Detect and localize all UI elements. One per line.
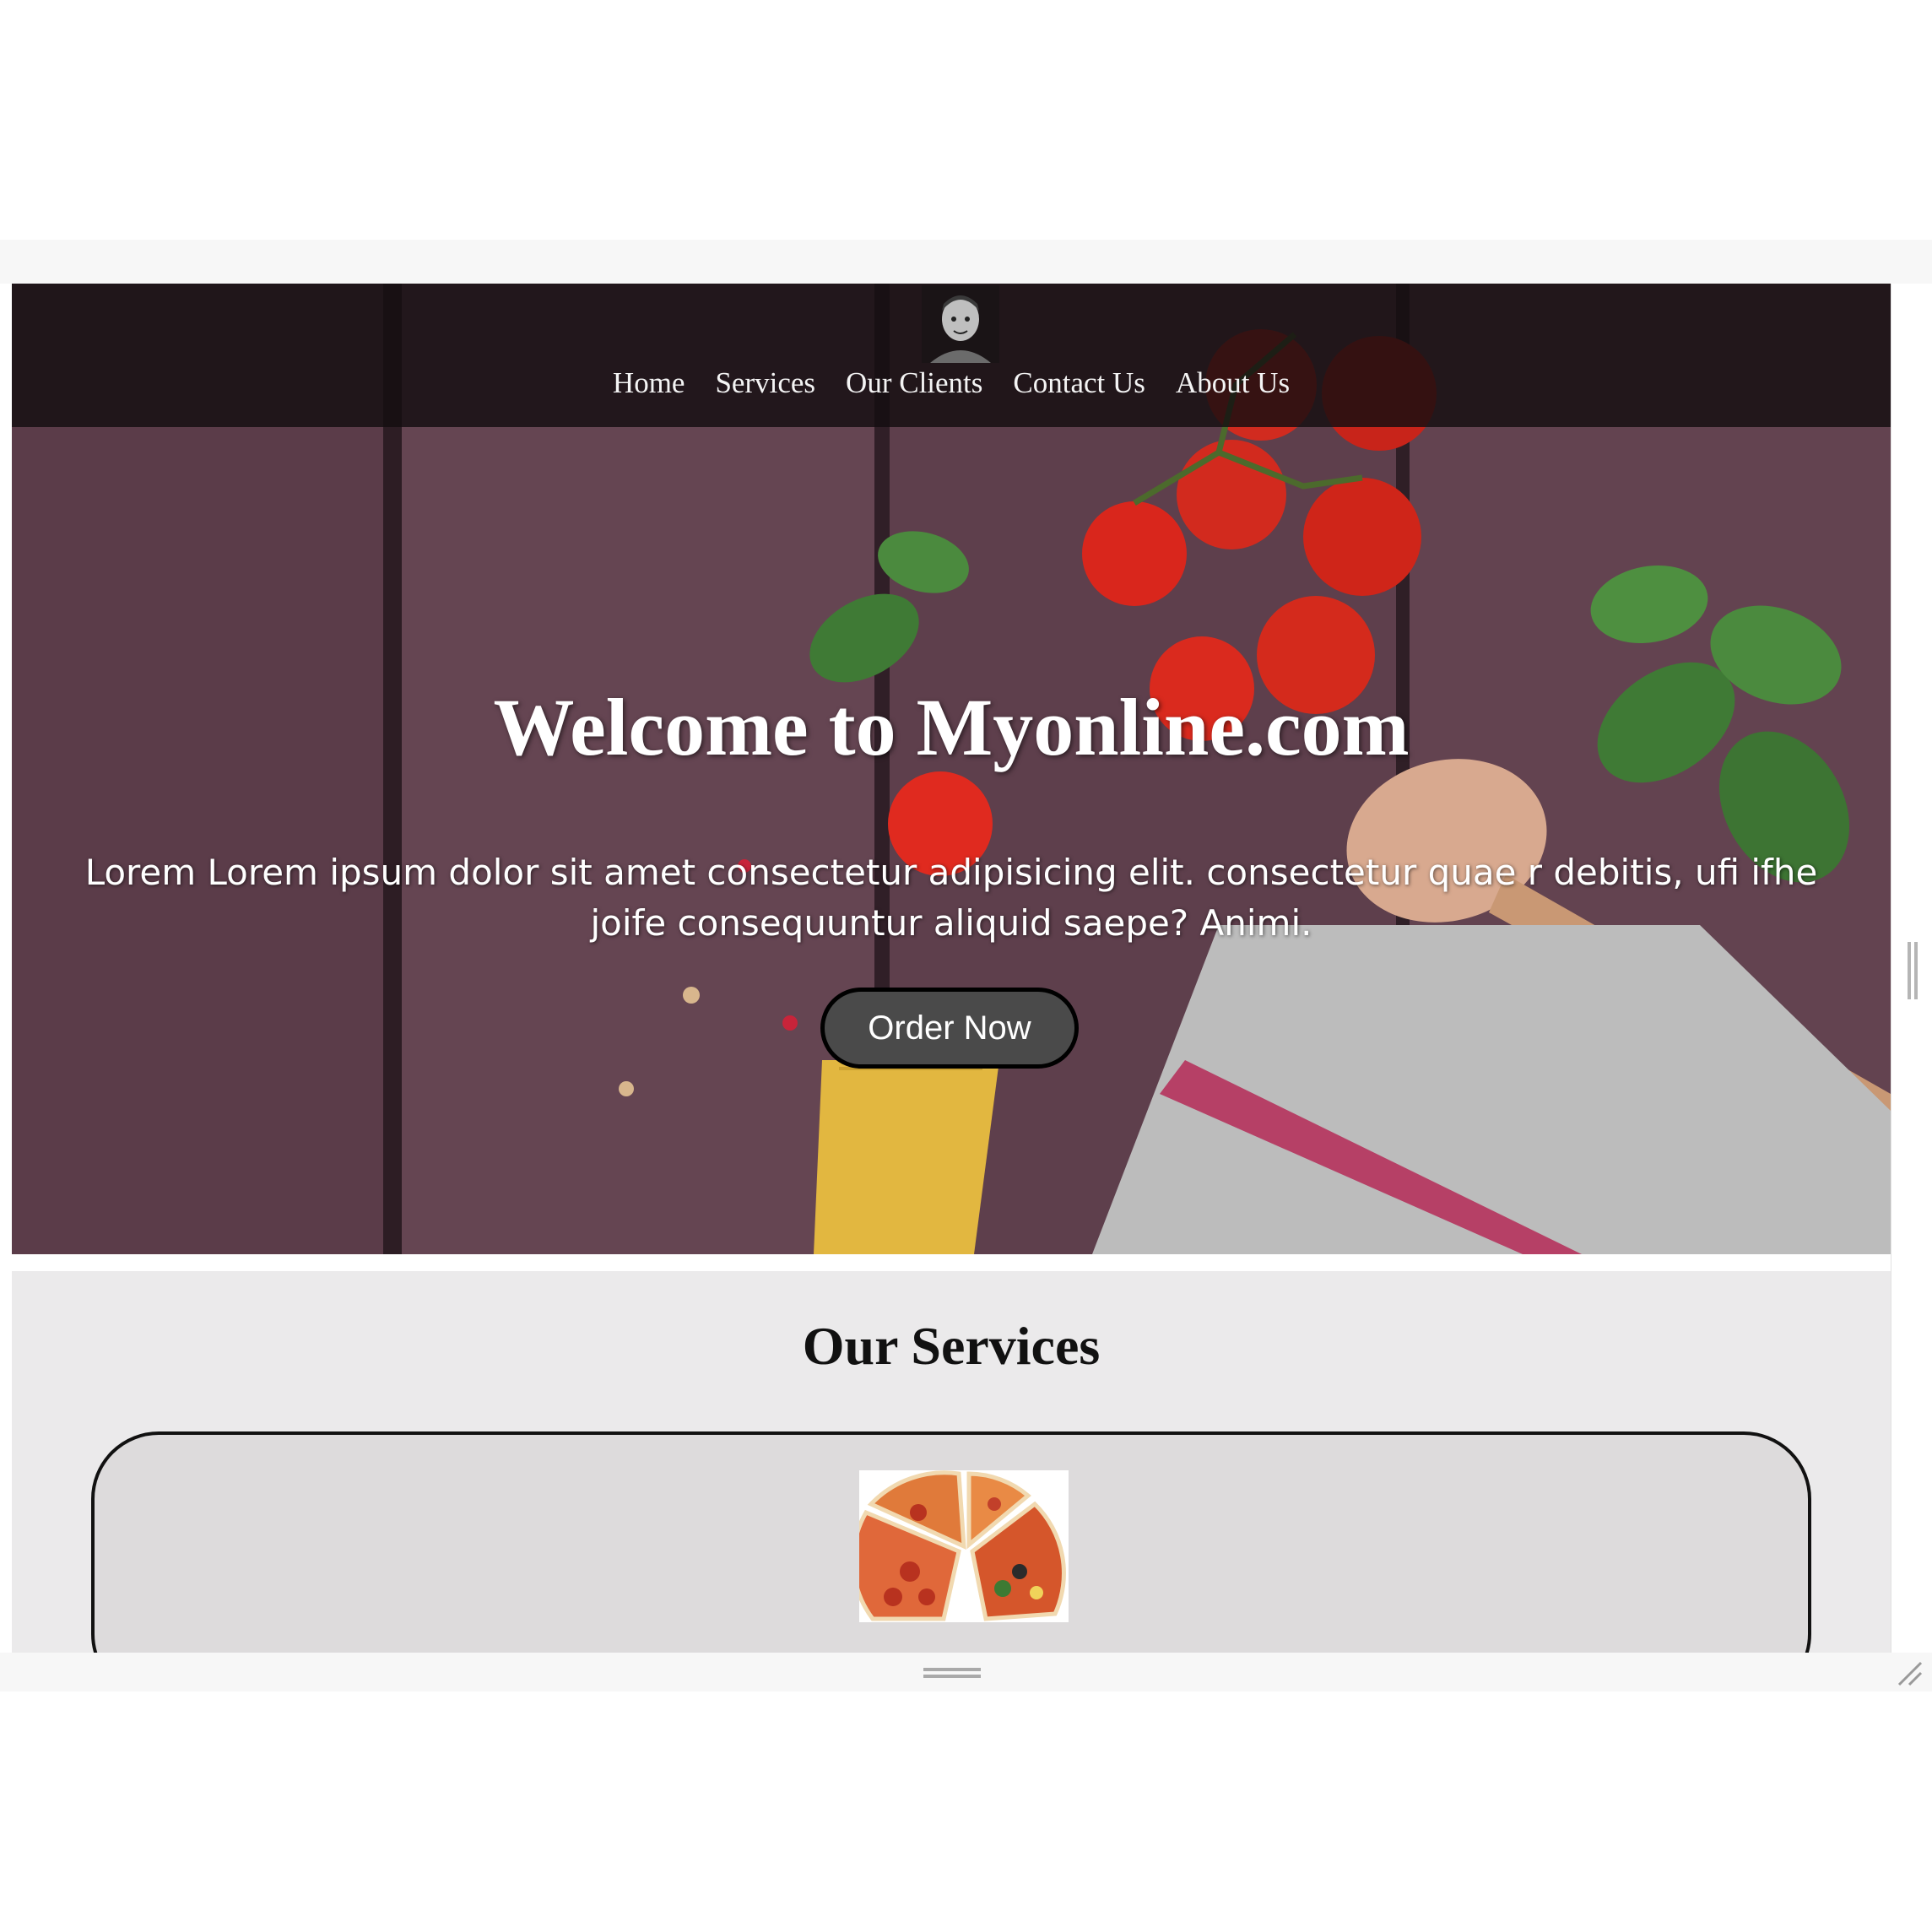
- nav-our-clients[interactable]: Our Clients: [846, 366, 982, 400]
- hero-description: Lorem Lorem ipsum dolor sit amet consect…: [84, 852, 1818, 944]
- services-section: Our Services: [12, 1271, 1891, 1653]
- resize-handle-icon[interactable]: [1896, 1659, 1924, 1688]
- hero-section: Home Services Our Clients Contact Us Abo…: [12, 284, 1891, 1254]
- horizontal-resize-grip-icon[interactable]: [923, 1668, 981, 1678]
- avatar-logo-icon[interactable]: [922, 285, 999, 363]
- services-title: Our Services: [802, 1316, 1101, 1376]
- pizza-image-icon: [859, 1470, 1069, 1622]
- service-card[interactable]: [91, 1431, 1811, 1653]
- main-nav: Home Services Our Clients Contact Us Abo…: [12, 366, 1891, 400]
- preview-frame: Home Services Our Clients Contact Us Abo…: [12, 284, 1891, 1653]
- frame-top-bar: [0, 240, 1932, 284]
- nav-about-us[interactable]: About Us: [1176, 366, 1290, 400]
- vertical-resize-grip-icon[interactable]: [1906, 942, 1919, 999]
- hero-title: Welcome to Myonline.com: [493, 682, 1410, 772]
- page-top-blank: [0, 0, 1932, 240]
- nav-home[interactable]: Home: [613, 366, 685, 400]
- order-now-button[interactable]: Order Now: [820, 988, 1079, 1069]
- nav-services[interactable]: Services: [715, 366, 815, 400]
- nav-contact-us[interactable]: Contact Us: [1013, 366, 1145, 400]
- section-divider: [12, 1254, 1891, 1271]
- navbar: Home Services Our Clients Contact Us Abo…: [12, 284, 1891, 427]
